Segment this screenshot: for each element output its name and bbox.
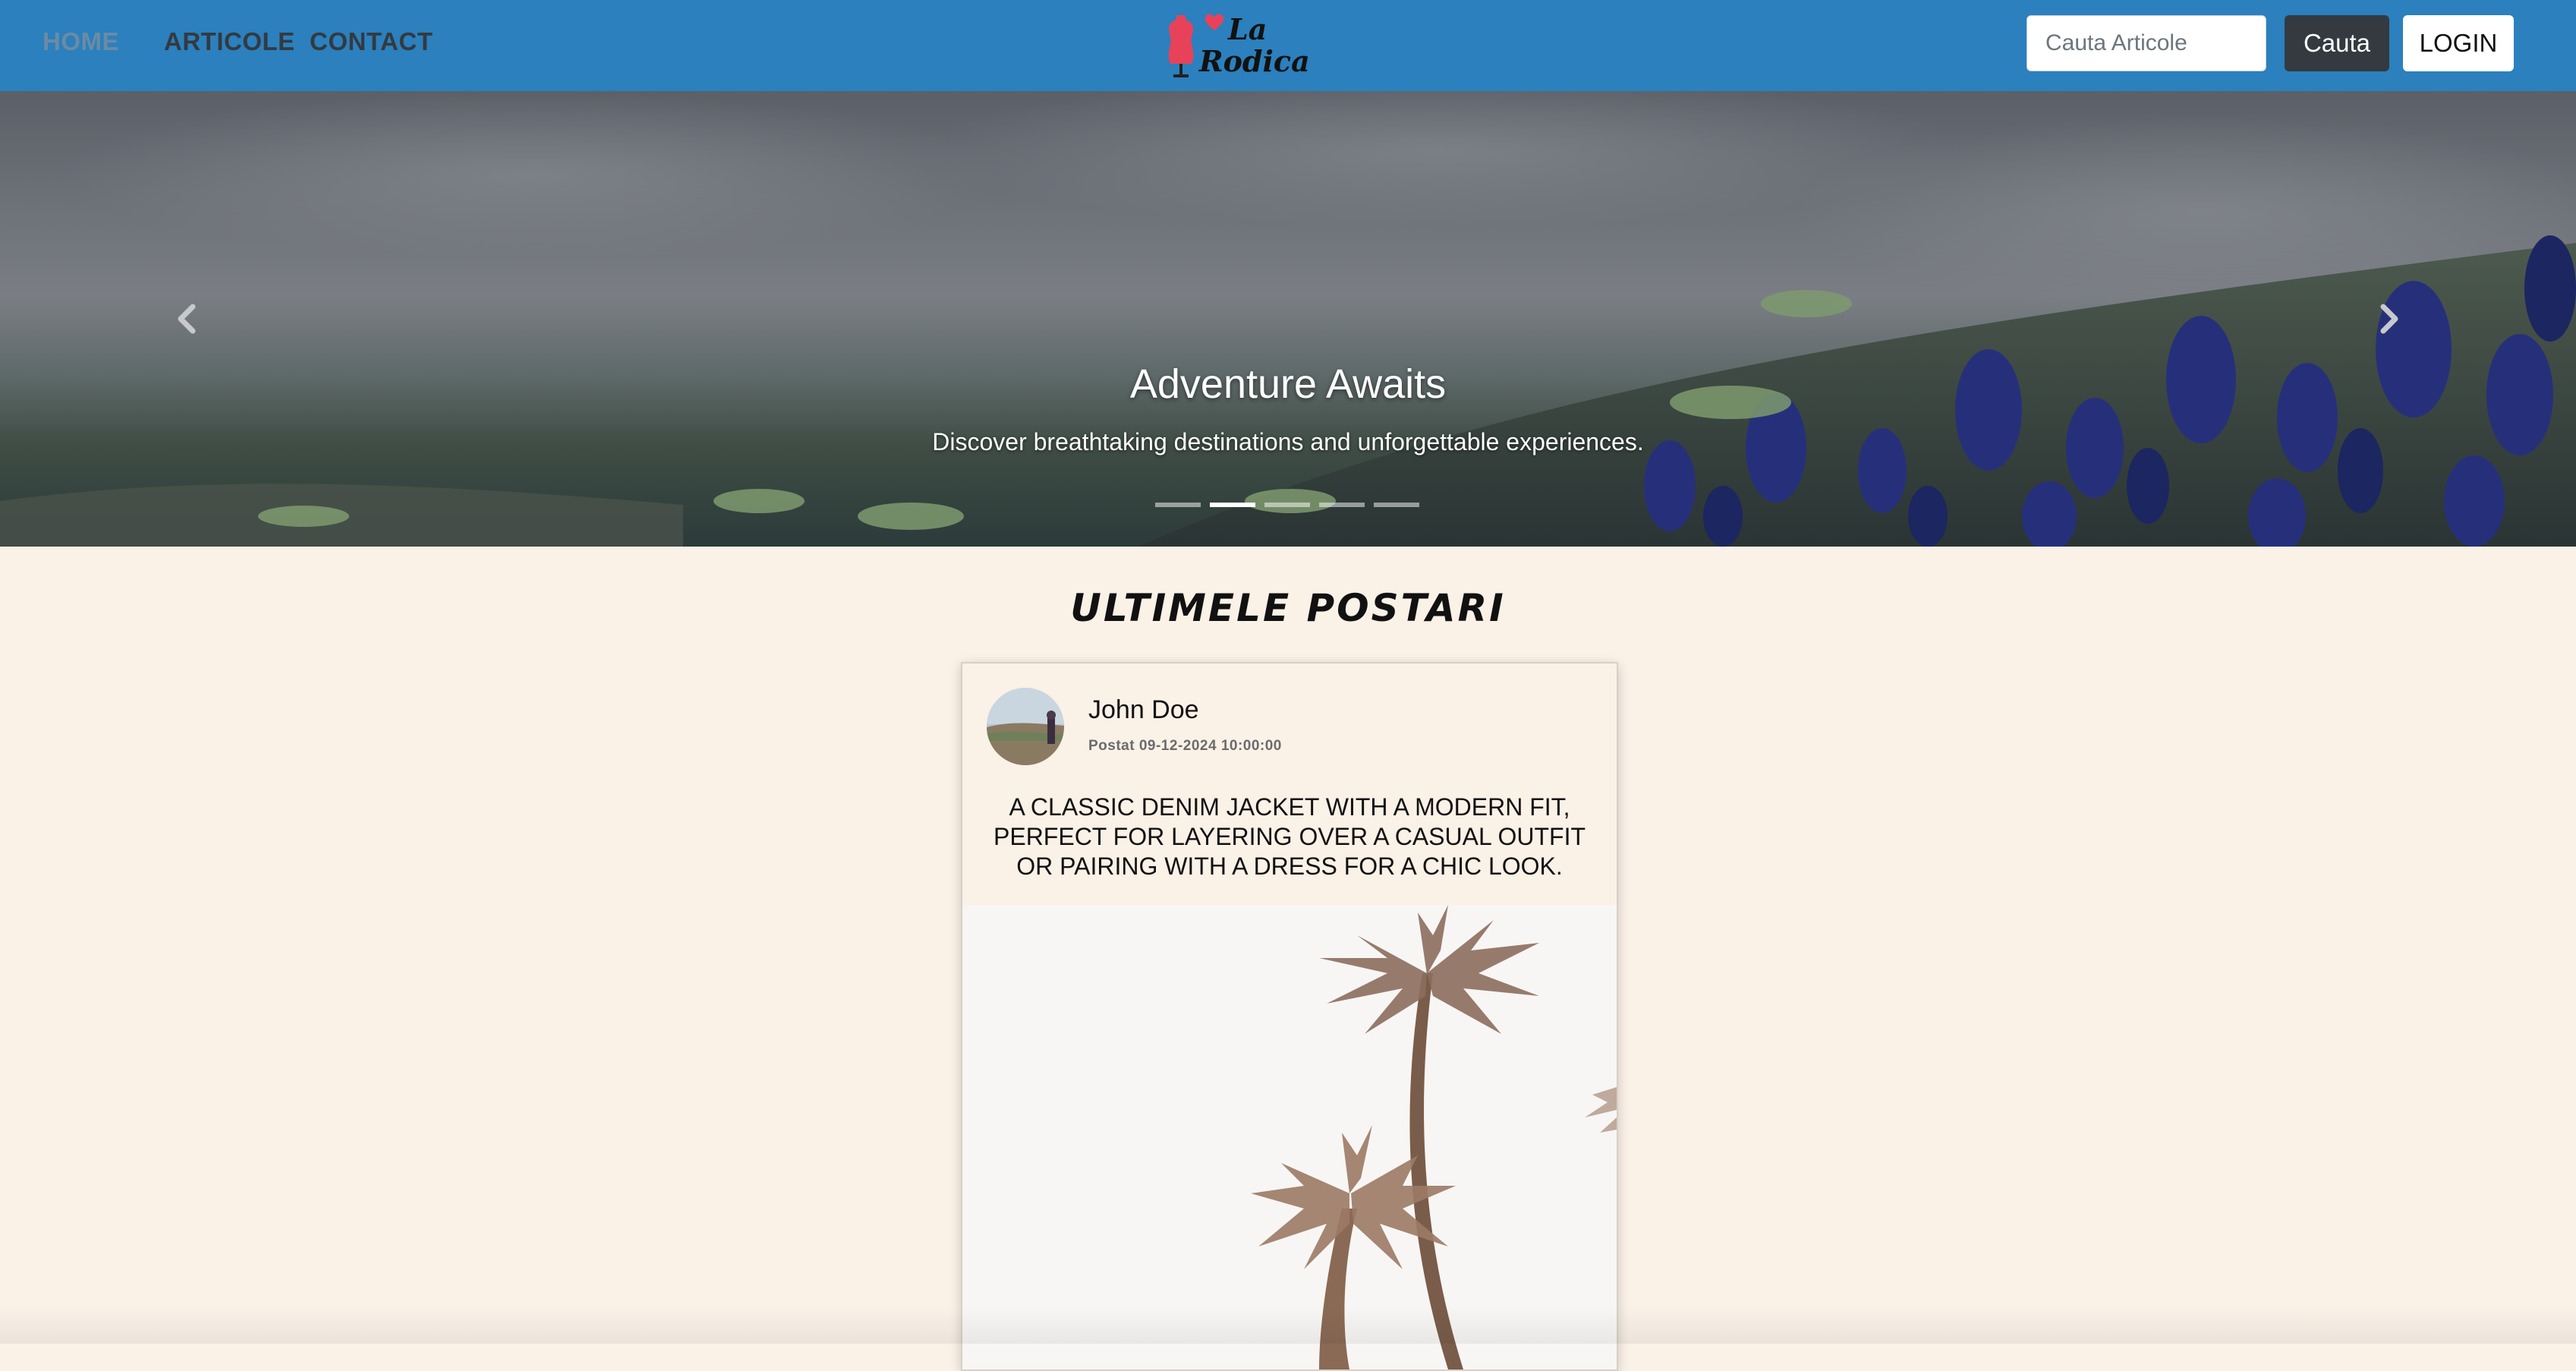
carousel-indicator[interactable] (1264, 503, 1310, 507)
site-logo[interactable]: La Rodica (1161, 8, 1310, 84)
dress-form-icon (1168, 15, 1194, 77)
avatar[interactable] (987, 688, 1064, 765)
carousel-indicator[interactable] (1155, 503, 1201, 507)
search-input[interactable] (2026, 15, 2266, 71)
nav-link-contact[interactable]: CONTACT (310, 27, 433, 56)
post-title[interactable]: A CLASSIC DENIM JACKET WITH A MODERN FIT… (978, 793, 1601, 881)
palm-trees-image (962, 905, 1617, 1369)
heart-icon (1205, 14, 1224, 30)
post-image[interactable] (962, 905, 1617, 1369)
post-date: Postat 09-12-2024 10:00:00 (1088, 738, 1282, 754)
hero-carousel: Adventure Awaits Discover breathtaking d… (0, 91, 2576, 547)
carousel-indicator[interactable] (1374, 503, 1419, 507)
hero-subtitle: Discover breathtaking destinations and u… (932, 428, 1644, 455)
avatar-image (987, 688, 1064, 765)
section-title: ULTIMELE POSTARI (1070, 586, 1506, 630)
carousel-indicator[interactable] (1319, 503, 1365, 507)
logo-text-line1: La (1228, 12, 1268, 46)
hero-title: Adventure Awaits (1129, 361, 1447, 407)
nav-link-home[interactable]: HOME (43, 27, 119, 56)
chevron-right-icon (2380, 304, 2398, 334)
post-card[interactable]: John Doe Postat 09-12-2024 10:00:00 A CL… (961, 662, 1618, 1371)
carousel-prev-button[interactable] (165, 296, 211, 342)
navbar: HOME ARTICOLE CONTACT La Rodica Cauta LO… (0, 0, 2576, 91)
hero-background-image (0, 91, 2576, 547)
login-button[interactable]: LOGIN (2403, 15, 2514, 71)
nav-link-articole[interactable]: ARTICOLE (164, 27, 295, 56)
chevron-left-icon (178, 304, 196, 334)
logo-text-line2: Rodica (1199, 44, 1310, 78)
carousel-indicators (1155, 503, 1419, 507)
author-name[interactable]: John Doe (1088, 695, 1199, 725)
carousel-indicator[interactable] (1210, 503, 1255, 507)
carousel-next-button[interactable] (2365, 296, 2411, 342)
search-button[interactable]: Cauta (2285, 15, 2389, 71)
